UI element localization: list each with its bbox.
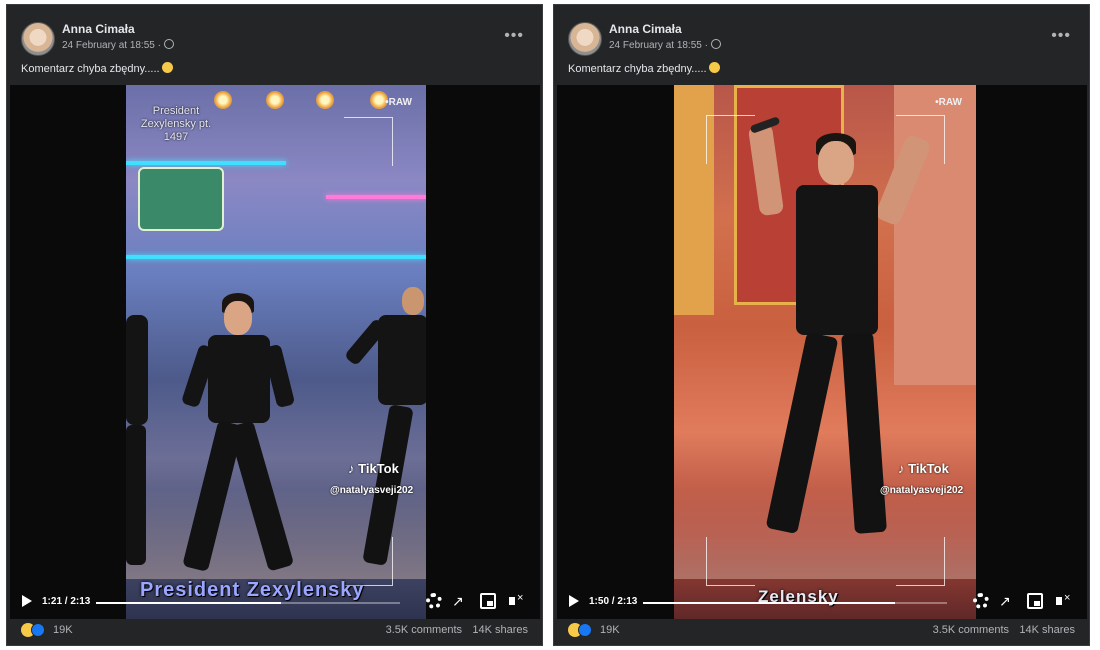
video-player[interactable]: President Zexylensky pt. 1497 •RAW ♪ Tik… <box>10 85 540 619</box>
progress-fill <box>643 602 896 604</box>
leg <box>126 425 146 565</box>
gear-icon[interactable] <box>973 593 989 609</box>
video-player[interactable]: •RAW ♪ TikTok @natalyasveji202 Zelensky … <box>557 85 1087 619</box>
mute-x: × <box>517 592 524 604</box>
like-reaction-icon <box>31 623 45 637</box>
post-timestamp[interactable]: 24 February at 18:55 · <box>62 39 174 51</box>
caption-text: Komentarz chyba zbędny..... <box>21 63 160 75</box>
more-options-button[interactable]: ••• <box>504 27 524 45</box>
shares-count[interactable]: 14K shares <box>1019 624 1075 636</box>
progress-bar[interactable] <box>643 602 947 604</box>
stage-banner <box>138 167 224 231</box>
mute-x: × <box>1064 592 1071 604</box>
reaction-count[interactable]: 19K <box>600 624 620 636</box>
post-header: Anna Cimała 24 February at 18:55 · ••• K… <box>554 5 1089 83</box>
torso <box>208 335 270 423</box>
expand-icon[interactable] <box>999 593 1015 609</box>
author-name[interactable]: Anna Cimała <box>609 22 682 36</box>
caption-text: Komentarz chyba zbędny..... <box>568 63 707 75</box>
tiktok-username: @natalyasveji202 <box>880 485 964 496</box>
comments-count[interactable]: 3.5K comments <box>933 624 1009 636</box>
neon-stripe <box>126 161 286 165</box>
play-icon[interactable] <box>22 595 32 607</box>
video-controls: 1:21 / 2:13 × <box>10 585 540 619</box>
comments-count[interactable]: 3.5K comments <box>386 624 462 636</box>
head <box>402 287 424 315</box>
expand-icon[interactable] <box>452 593 468 609</box>
globe-icon <box>710 39 721 49</box>
globe-icon <box>163 39 174 49</box>
avatar[interactable] <box>568 22 602 56</box>
post-card-left: Anna Cimała 24 February at 18:55 · ••• K… <box>6 4 543 646</box>
leg <box>227 420 295 572</box>
tiktok-brand-text: TikTok <box>908 461 949 476</box>
video-frame[interactable]: President Zexylensky pt. 1497 •RAW ♪ Tik… <box>126 85 426 619</box>
torso <box>126 315 148 425</box>
shares-count[interactable]: 14K shares <box>472 624 528 636</box>
author-name[interactable]: Anna Cimała <box>62 22 135 36</box>
picture-in-picture-icon[interactable] <box>480 593 496 609</box>
play-icon[interactable] <box>569 595 579 607</box>
post-caption: Komentarz chyba zbędny..... <box>21 62 173 75</box>
torso <box>796 185 878 335</box>
smile-emoji-icon <box>708 62 720 73</box>
post-card-right: Anna Cimała 24 February at 18:55 · ••• K… <box>553 4 1090 646</box>
performer <box>744 115 934 575</box>
reaction-icons[interactable] <box>21 623 51 637</box>
camera-frame-corner <box>344 117 393 166</box>
head <box>224 301 252 335</box>
video-frame[interactable]: •RAW ♪ TikTok @natalyasveji202 Zelensky <box>674 85 976 619</box>
video-time: 1:50 / 2:13 <box>589 596 638 607</box>
leg <box>765 331 839 535</box>
progress-fill <box>96 602 282 604</box>
timestamp-text: 24 February at 18:55 · <box>62 40 161 51</box>
avatar[interactable] <box>21 22 55 56</box>
speaker-shape <box>1056 597 1062 605</box>
tiktok-brand-text: TikTok <box>358 461 399 476</box>
leg <box>841 332 887 534</box>
arm <box>874 133 932 227</box>
reaction-icons[interactable] <box>568 623 598 637</box>
like-reaction-icon <box>578 623 592 637</box>
post-timestamp[interactable]: 24 February at 18:55 · <box>609 39 721 51</box>
picture-in-picture-icon[interactable] <box>1027 593 1043 609</box>
speaker-shape <box>509 597 515 605</box>
reaction-count[interactable]: 19K <box>53 624 73 636</box>
stage-light <box>316 91 334 109</box>
gear-icon[interactable] <box>426 593 442 609</box>
video-controls: 1:50 / 2:13 × <box>557 585 1087 619</box>
progress-bar[interactable] <box>96 602 400 604</box>
post-footer: 19K 3.5K comments 14K shares <box>554 617 1089 645</box>
video-time: 1:21 / 2:13 <box>42 596 91 607</box>
dancer-right <box>343 285 426 585</box>
tiktok-logo: ♪ TikTok <box>898 461 949 476</box>
tiktok-logo: ♪ TikTok <box>348 461 399 476</box>
mute-icon[interactable]: × <box>508 592 524 609</box>
post-footer: 19K 3.5K comments 14K shares <box>7 617 542 645</box>
dancer-main <box>180 285 296 585</box>
timestamp-text: 24 February at 18:55 · <box>609 40 708 51</box>
arm <box>747 123 785 217</box>
post-header: Anna Cimała 24 February at 18:55 · ••• K… <box>7 5 542 83</box>
post-caption: Komentarz chyba zbędny..... <box>568 62 720 75</box>
mute-icon[interactable]: × <box>1055 592 1071 609</box>
dancer-left <box>126 315 156 575</box>
video-overlay-title: President Zexylensky pt. 1497 <box>140 105 212 143</box>
neon-stripe <box>126 255 426 259</box>
tiktok-username: @natalyasveji202 <box>330 485 414 496</box>
stage-light <box>266 91 284 109</box>
head <box>818 141 854 185</box>
neon-stripe <box>326 195 426 199</box>
raw-label: •RAW <box>385 97 412 108</box>
smile-emoji-icon <box>161 62 173 73</box>
more-options-button[interactable]: ••• <box>1051 27 1071 45</box>
raw-label: •RAW <box>935 97 962 108</box>
